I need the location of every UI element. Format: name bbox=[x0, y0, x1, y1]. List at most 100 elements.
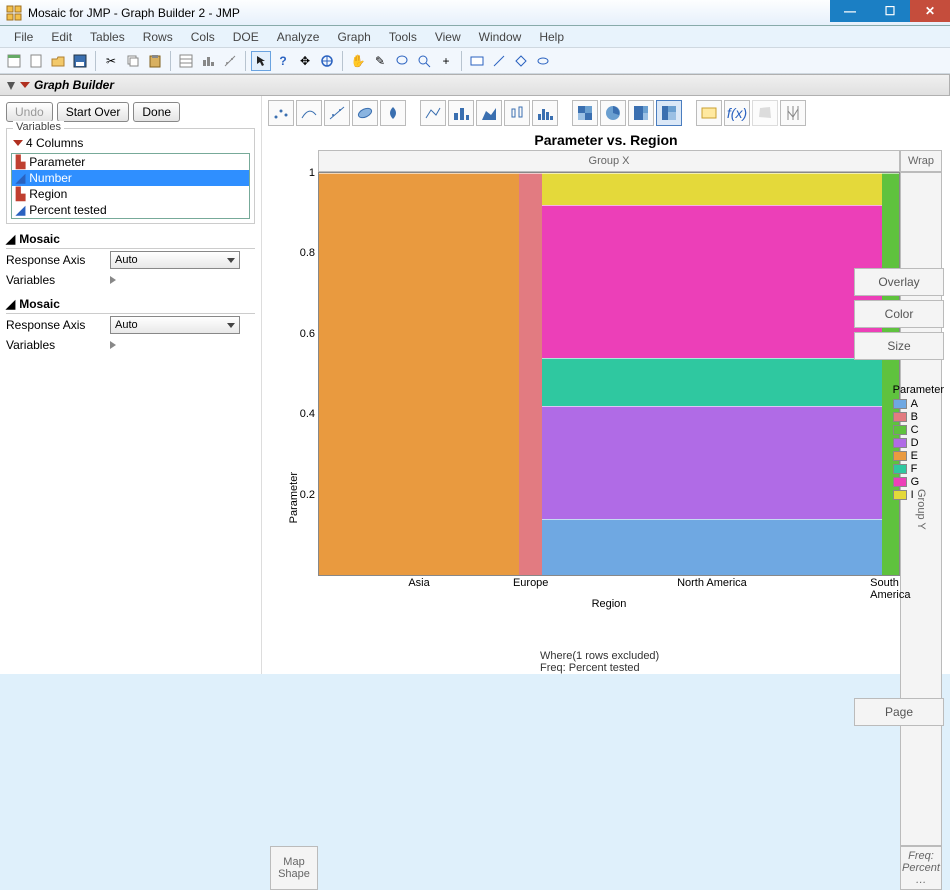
response-axis-combo[interactable]: Auto bbox=[110, 316, 240, 334]
plot-area[interactable]: 1 0.8 0.6 0.4 0.2 AsiaEuropeNorth Americ… bbox=[318, 172, 900, 576]
legend-row-E[interactable]: E bbox=[893, 450, 944, 462]
boxplot-icon[interactable] bbox=[504, 100, 530, 126]
legend-row-D[interactable]: D bbox=[893, 437, 944, 449]
close-button[interactable]: ✕ bbox=[910, 0, 950, 22]
mosaic-seg-C[interactable] bbox=[882, 173, 899, 575]
line-chart-icon[interactable] bbox=[420, 100, 446, 126]
open-icon[interactable] bbox=[48, 51, 68, 71]
disclose-icon[interactable]: ◢ bbox=[6, 297, 15, 311]
disclose-icon[interactable] bbox=[6, 80, 16, 90]
identify-icon[interactable] bbox=[317, 51, 337, 71]
menu-edit[interactable]: Edit bbox=[43, 28, 80, 46]
hand-icon[interactable]: ✋ bbox=[348, 51, 368, 71]
menu-tools[interactable]: Tools bbox=[381, 28, 425, 46]
menu-view[interactable]: View bbox=[427, 28, 469, 46]
bar-chart-icon[interactable] bbox=[448, 100, 474, 126]
mapshape-zone[interactable]: Map Shape bbox=[270, 846, 318, 890]
hotspot-icon[interactable] bbox=[20, 82, 30, 88]
mosaic-col-europe[interactable] bbox=[519, 173, 542, 575]
treemap-icon[interactable] bbox=[628, 100, 654, 126]
fit-icon[interactable] bbox=[220, 51, 240, 71]
overlay-zone[interactable]: Overlay bbox=[854, 268, 944, 296]
response-axis-combo[interactable]: Auto bbox=[110, 251, 240, 269]
area-chart-icon[interactable] bbox=[476, 100, 502, 126]
disclose-icon[interactable]: ◢ bbox=[6, 232, 15, 246]
points-icon[interactable] bbox=[268, 100, 294, 126]
undo-button[interactable]: Undo bbox=[6, 102, 53, 122]
cut-icon[interactable]: ✂ bbox=[101, 51, 121, 71]
mosaic-seg-A[interactable] bbox=[542, 519, 881, 575]
mosaic-seg-G[interactable] bbox=[542, 205, 881, 358]
mosaic-seg-D[interactable] bbox=[542, 406, 881, 519]
mosaic-seg-I[interactable] bbox=[542, 173, 881, 205]
column-region[interactable]: ▙Region bbox=[12, 186, 249, 202]
done-button[interactable]: Done bbox=[133, 102, 180, 122]
menu-tables[interactable]: Tables bbox=[82, 28, 133, 46]
histogram-icon[interactable] bbox=[532, 100, 558, 126]
mosaic-seg-B[interactable] bbox=[519, 173, 542, 575]
pie-icon[interactable] bbox=[600, 100, 626, 126]
mosaic-col-north-america[interactable] bbox=[542, 173, 881, 575]
menu-help[interactable]: Help bbox=[531, 28, 572, 46]
heatmap-icon[interactable] bbox=[572, 100, 598, 126]
new-script-icon[interactable] bbox=[26, 51, 46, 71]
lasso-icon[interactable] bbox=[392, 51, 412, 71]
column-number[interactable]: ◢Number bbox=[12, 170, 249, 186]
columns-header[interactable]: 4 Columns bbox=[11, 135, 250, 151]
menu-graph[interactable]: Graph bbox=[329, 28, 378, 46]
maximize-button[interactable]: ☐ bbox=[870, 0, 910, 22]
zoom-icon[interactable] bbox=[414, 51, 434, 71]
freq-zone[interactable]: Freq: Percent … bbox=[900, 846, 942, 890]
arrow-icon[interactable] bbox=[251, 51, 271, 71]
menu-file[interactable]: File bbox=[6, 28, 41, 46]
new-table-icon[interactable] bbox=[4, 51, 24, 71]
legend-row-G[interactable]: G bbox=[893, 476, 944, 488]
size-zone[interactable]: Size bbox=[854, 332, 944, 360]
wrap-zone[interactable]: Wrap bbox=[900, 150, 942, 172]
mosaic-col-south-america[interactable] bbox=[882, 173, 899, 575]
legend-row-I[interactable]: I bbox=[893, 489, 944, 501]
move-icon[interactable]: ✥ bbox=[295, 51, 315, 71]
legend-row-F[interactable]: F bbox=[893, 463, 944, 475]
brush-icon[interactable]: ✎ bbox=[370, 51, 390, 71]
distribution-icon[interactable] bbox=[198, 51, 218, 71]
smoother-icon[interactable] bbox=[296, 100, 322, 126]
menu-doe[interactable]: DOE bbox=[225, 28, 267, 46]
mosaic-seg-F[interactable] bbox=[542, 358, 881, 406]
parallel-icon[interactable] bbox=[780, 100, 806, 126]
expand-vars-icon[interactable] bbox=[110, 276, 116, 284]
mapshapes-icon[interactable] bbox=[752, 100, 778, 126]
mosaic-col-asia[interactable] bbox=[319, 173, 519, 575]
menu-cols[interactable]: Cols bbox=[183, 28, 223, 46]
minimize-button[interactable]: — bbox=[830, 0, 870, 22]
caption-icon[interactable] bbox=[696, 100, 722, 126]
menu-rows[interactable]: Rows bbox=[135, 28, 181, 46]
menu-window[interactable]: Window bbox=[471, 28, 530, 46]
save-icon[interactable] bbox=[70, 51, 90, 71]
paste-icon[interactable] bbox=[145, 51, 165, 71]
expand-vars-icon[interactable] bbox=[110, 341, 116, 349]
crosshair-icon[interactable]: + bbox=[436, 51, 456, 71]
line-of-fit-icon[interactable] bbox=[324, 100, 350, 126]
help-icon[interactable]: ? bbox=[273, 51, 293, 71]
datatable-icon[interactable] bbox=[176, 51, 196, 71]
polygon-icon[interactable] bbox=[511, 51, 531, 71]
formula-icon[interactable]: f(x) bbox=[724, 100, 750, 126]
column-percenttested[interactable]: ◢Percent tested bbox=[12, 202, 249, 218]
color-zone[interactable]: Color bbox=[854, 300, 944, 328]
shape-icon[interactable] bbox=[533, 51, 553, 71]
annotate-icon[interactable] bbox=[467, 51, 487, 71]
legend-row-B[interactable]: B bbox=[893, 411, 944, 423]
legend-row-A[interactable]: A bbox=[893, 398, 944, 410]
legend-row-C[interactable]: C bbox=[893, 424, 944, 436]
startover-button[interactable]: Start Over bbox=[57, 102, 130, 122]
copy-icon[interactable] bbox=[123, 51, 143, 71]
column-parameter[interactable]: ▙Parameter bbox=[12, 154, 249, 170]
line-icon[interactable] bbox=[489, 51, 509, 71]
page-zone[interactable]: Page bbox=[854, 698, 944, 726]
outline-header[interactable]: Graph Builder bbox=[0, 74, 950, 96]
mosaic-icon[interactable] bbox=[656, 100, 682, 126]
groupx-zone[interactable]: Group X bbox=[318, 150, 900, 172]
mosaic-seg-E[interactable] bbox=[319, 173, 519, 575]
menu-analyze[interactable]: Analyze bbox=[269, 28, 328, 46]
